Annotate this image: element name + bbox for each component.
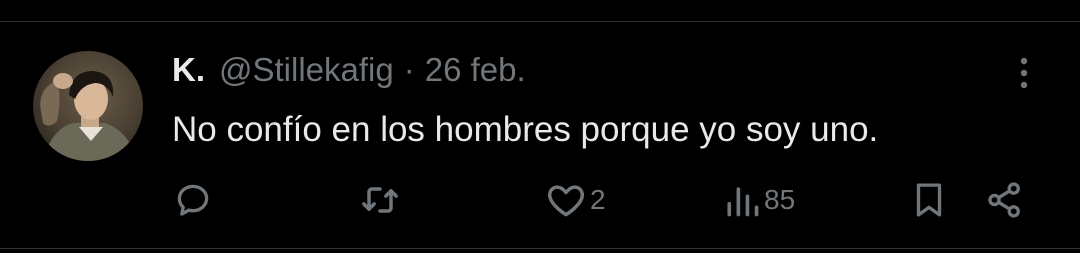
bookmark-icon bbox=[916, 183, 942, 217]
more-icon bbox=[1020, 57, 1028, 89]
more-options-button[interactable] bbox=[1006, 55, 1042, 91]
views-count: 85 bbox=[764, 184, 796, 215]
separator-dot: · bbox=[403, 51, 415, 88]
tweet-text: No confío en los hombres porque yo soy u… bbox=[172, 110, 879, 149]
views-button[interactable]: 85 bbox=[722, 178, 795, 222]
share-button[interactable] bbox=[984, 178, 1026, 222]
bookmark-button[interactable] bbox=[908, 178, 950, 222]
share-icon bbox=[988, 182, 1020, 218]
avatar-image bbox=[33, 51, 143, 161]
top-divider bbox=[0, 21, 1080, 22]
like-button[interactable]: 2 bbox=[544, 178, 606, 222]
user-handle[interactable]: @Stillekafig bbox=[219, 51, 394, 89]
retweet-button[interactable] bbox=[358, 178, 404, 222]
views-icon bbox=[727, 187, 759, 217]
tweet-header: K. @Stillekafig · 26 feb. bbox=[172, 50, 526, 90]
avatar[interactable] bbox=[33, 51, 143, 161]
retweet-icon bbox=[362, 187, 398, 213]
bottom-divider bbox=[0, 248, 1080, 249]
heart-icon bbox=[547, 185, 585, 217]
reply-icon bbox=[177, 184, 209, 216]
like-count: 2 bbox=[590, 184, 606, 215]
tweet-date[interactable]: 26 feb. bbox=[425, 51, 526, 89]
reply-button[interactable] bbox=[172, 178, 216, 222]
display-name[interactable]: K. bbox=[172, 51, 205, 89]
